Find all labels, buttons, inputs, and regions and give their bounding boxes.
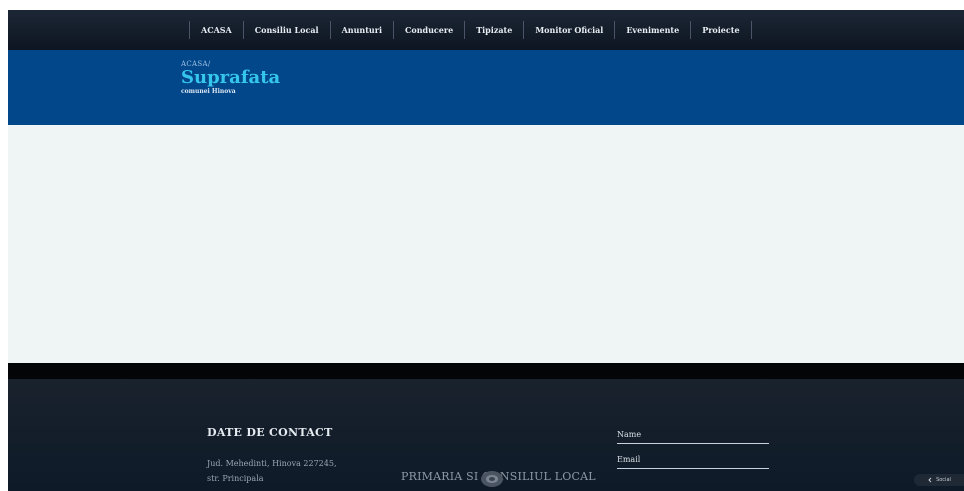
nav-item-tipizate: Tipizate [464,21,523,39]
nav-link-tipizate[interactable]: Tipizate [476,25,512,35]
arrow-left-icon [928,477,932,483]
nav-item-anunturi: Anunturi [329,21,393,39]
nav-item-monitor-oficial: Monitor Oficial [523,21,614,39]
nav-item-evenimente: Evenimente [614,21,690,39]
nav-link-anunturi[interactable]: Anunturi [342,25,382,35]
main-content-area [8,125,964,363]
nav-link-acasa[interactable]: ACASA [201,25,232,35]
contact-address: Jud. Mehedinti, Hinova 227245, str. Prin… [207,456,337,486]
nav-list: ACASA Consiliu Local Anunturi Conducere … [189,10,752,50]
nav-link-proiecte[interactable]: Proiecte [702,25,739,35]
page-header-band [8,50,964,125]
nav-item-consiliu-local: Consiliu Local [242,21,330,39]
top-navigation: ACASA Consiliu Local Anunturi Conducere … [8,10,964,50]
nav-item-acasa: ACASA [189,21,243,39]
contact-heading: DATE DE CONTACT [207,426,333,439]
page-subtitle: comunei Hinova [181,88,236,95]
social-side-tab[interactable]: Social [914,474,964,486]
crest-icon [486,475,498,483]
address-line-2: str. Principala [207,474,264,483]
social-tab-label: Social [936,477,951,483]
page-title: Suprafata [181,67,281,88]
nav-link-evenimente[interactable]: Evenimente [626,25,679,35]
email-field-underline [617,468,769,469]
content-footer-divider [8,363,964,379]
address-line-1: Jud. Mehedinti, Hinova 227245, [207,459,337,468]
name-field-underline [617,443,769,444]
footer-logo [481,471,503,487]
nav-item-proiecte: Proiecte [690,21,752,39]
nav-link-consiliu-local[interactable]: Consiliu Local [255,25,319,35]
nav-link-monitor-oficial[interactable]: Monitor Oficial [535,25,603,35]
nav-link-conducere[interactable]: Conducere [405,25,453,35]
nav-item-conducere: Conducere [392,21,464,39]
